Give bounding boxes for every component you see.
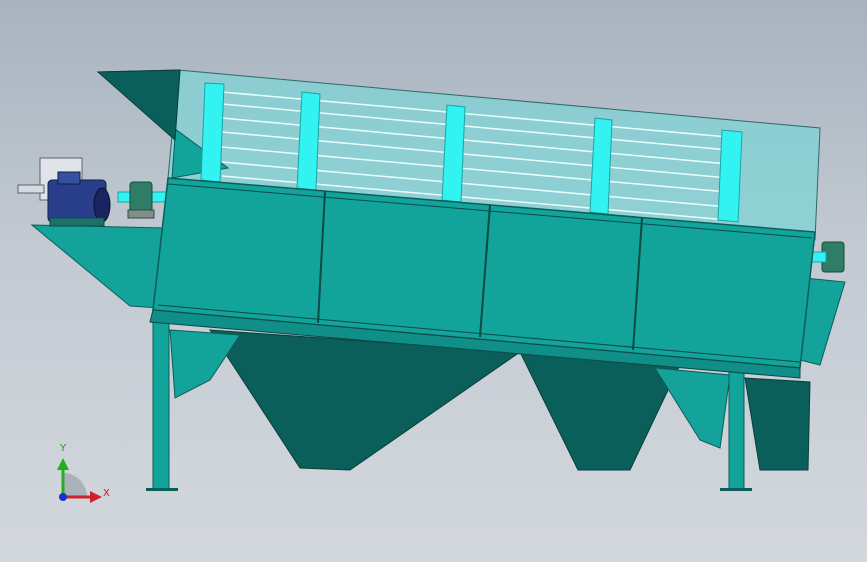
- cad-viewport[interactable]: Y X: [0, 0, 867, 562]
- y-axis-label: Y: [60, 443, 67, 454]
- triad-quadrant: [63, 473, 87, 497]
- x-axis-arrow: [90, 491, 102, 503]
- z-axis-dot: [59, 493, 67, 501]
- y-axis-arrow: [57, 458, 69, 470]
- x-axis-label: X: [103, 488, 110, 499]
- coordinate-triad: [57, 458, 102, 503]
